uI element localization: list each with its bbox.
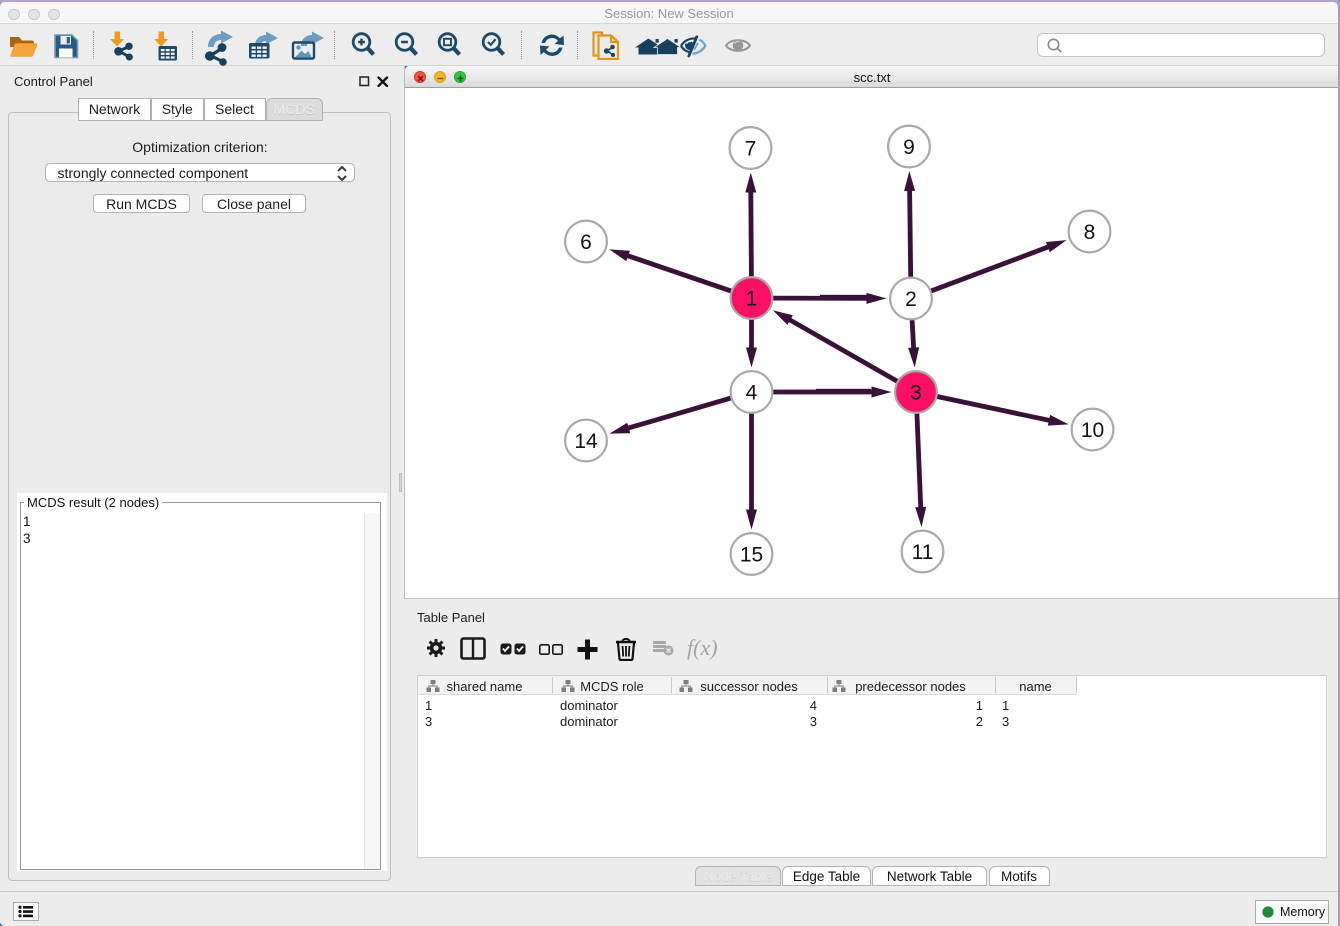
svg-text:7: 7	[745, 138, 757, 161]
svg-text:15: 15	[740, 544, 763, 567]
svg-text:6: 6	[580, 231, 592, 254]
svg-text:2: 2	[905, 288, 917, 311]
svg-text:14: 14	[574, 430, 598, 453]
svg-text:11: 11	[912, 541, 934, 564]
svg-text:4: 4	[746, 382, 758, 405]
svg-text:3: 3	[910, 382, 922, 405]
svg-text:8: 8	[1084, 221, 1096, 244]
svg-text:1: 1	[746, 288, 758, 311]
svg-text:9: 9	[903, 136, 915, 159]
svg-text:10: 10	[1081, 419, 1104, 442]
